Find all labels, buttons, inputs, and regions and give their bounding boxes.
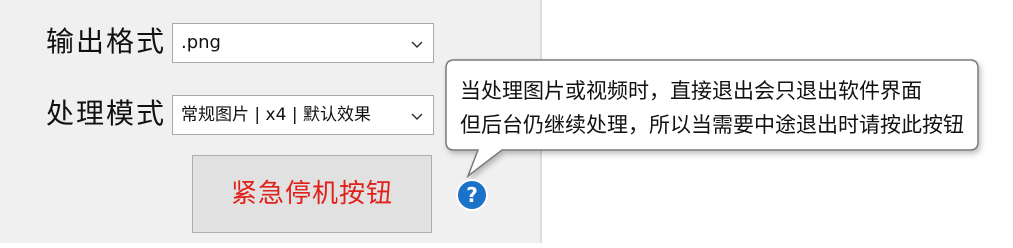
emergency-stop-button[interactable]: 紧急停机按钮 [192, 155, 432, 233]
output-format-label: 输出格式 [46, 25, 167, 58]
output-format-select[interactable]: .png [172, 23, 434, 63]
help-icon[interactable]: ? [455, 178, 489, 212]
help-icon-glyph: ? [466, 183, 478, 207]
chevron-down-icon [411, 113, 423, 121]
process-mode-select[interactable]: 常规图片 | x4 | 默认效果 [172, 95, 434, 135]
tooltip-line-1: 当处理图片或视频时，直接退出会只退出软件界面 [460, 79, 922, 103]
process-mode-label: 处理模式 [46, 97, 167, 130]
process-mode-value: 常规图片 | x4 | 默认效果 [181, 105, 371, 125]
tooltip-text: 当处理图片或视频时，直接退出会只退出软件界面 但后台仍继续处理，所以当需要中途退… [460, 74, 964, 142]
chevron-down-icon [411, 41, 423, 49]
tooltip-line-2: 但后台仍继续处理，所以当需要中途退出时请按此按钮 [460, 113, 964, 137]
output-format-value: .png [181, 32, 221, 53]
